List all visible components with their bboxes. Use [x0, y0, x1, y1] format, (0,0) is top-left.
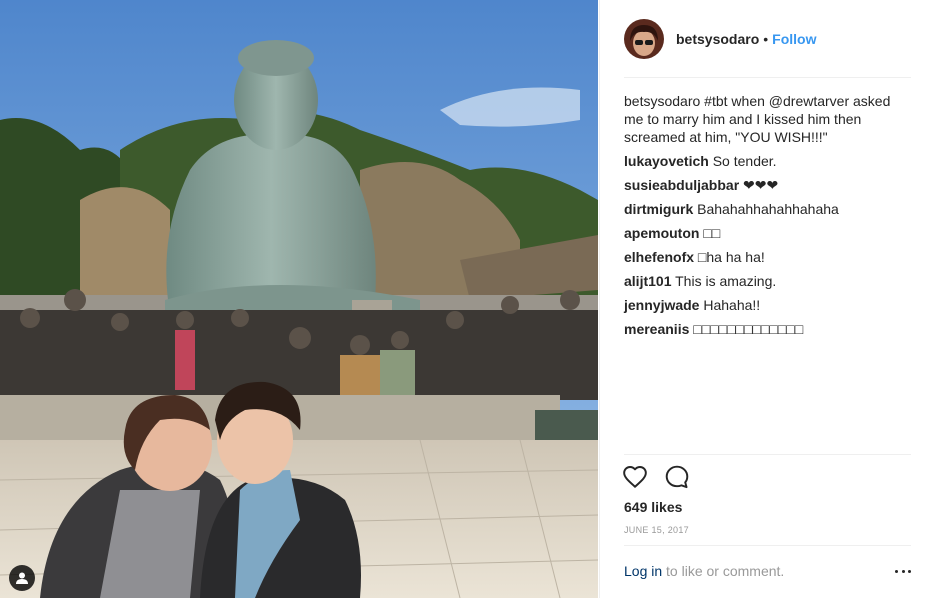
avatar[interactable]: [624, 19, 664, 59]
comment-text: So tender.: [712, 153, 777, 169]
caption-username[interactable]: betsysodaro: [624, 93, 700, 109]
comment-text: □ha ha ha!: [697, 249, 765, 265]
login-prompt-text: to like or comment.: [662, 563, 785, 579]
follow-button[interactable]: Follow: [772, 31, 816, 47]
comment-item: jennyjwade Hahaha!!: [624, 296, 912, 314]
comment-username[interactable]: jennyjwade: [624, 297, 699, 313]
post-side-panel: betsysodaro • Follow betsysodaro #tbt wh…: [599, 0, 931, 598]
post-actions: [622, 464, 690, 492]
comment-item: dirtmigurk Bahahahhahahhahaha: [624, 200, 912, 218]
comment-text: ❤❤❤: [743, 177, 779, 193]
divider: [624, 454, 911, 455]
more-options-icon[interactable]: [895, 563, 911, 579]
hashtag-link[interactable]: #tbt: [704, 93, 727, 109]
comment-username[interactable]: apemouton: [624, 225, 699, 241]
comment-username[interactable]: lukayovetich: [624, 153, 709, 169]
post-username[interactable]: betsysodaro: [676, 31, 759, 47]
comment-text: This is amazing.: [675, 273, 777, 289]
heart-icon[interactable]: [622, 464, 648, 492]
divider: [624, 545, 911, 546]
separator-dot: •: [763, 31, 769, 47]
comment-username[interactable]: mereaniis: [624, 321, 689, 337]
comment-username[interactable]: dirtmigurk: [624, 201, 693, 217]
comment-text: Hahaha!!: [703, 297, 761, 313]
comment-item: apemouton □□: [624, 224, 912, 242]
post-photo[interactable]: [0, 0, 598, 598]
comment-item: mereaniis □□□□□□□□□□□□□: [624, 320, 912, 338]
comment-item: elhefenofx □ha ha ha!: [624, 248, 912, 266]
comment-username[interactable]: susieabduljabbar: [624, 177, 739, 193]
comment-item: susieabduljabbar ❤❤❤: [624, 176, 912, 194]
comment-text: □□: [703, 225, 721, 241]
caption-text: when: [727, 93, 769, 109]
comment-text: Bahahahhahahhahaha: [697, 201, 839, 217]
post-header: betsysodaro • Follow: [624, 19, 914, 59]
comment-username[interactable]: alijt101: [624, 273, 671, 289]
mention-link[interactable]: @drewtarver: [769, 93, 849, 109]
user-tag-icon[interactable]: [9, 565, 35, 591]
comment-bubble-icon[interactable]: [664, 464, 690, 492]
comment-item: alijt101 This is amazing.: [624, 272, 912, 290]
buddha-kiss-photo: [0, 0, 598, 598]
comment-item: lukayovetich So tender.: [624, 152, 912, 170]
comments-list: betsysodaro #tbt when @drewtarver asked …: [624, 92, 912, 344]
login-prompt: Log in to like or comment.: [624, 563, 784, 579]
divider: [624, 77, 911, 78]
login-link[interactable]: Log in: [624, 563, 662, 579]
comment-username[interactable]: elhefenofx: [624, 249, 694, 265]
post-caption: betsysodaro #tbt when @drewtarver asked …: [624, 92, 912, 146]
comment-text: □□□□□□□□□□□□□: [693, 321, 804, 337]
post-date[interactable]: June 15, 2017: [624, 525, 689, 535]
likes-count[interactable]: 649 likes: [624, 499, 682, 515]
